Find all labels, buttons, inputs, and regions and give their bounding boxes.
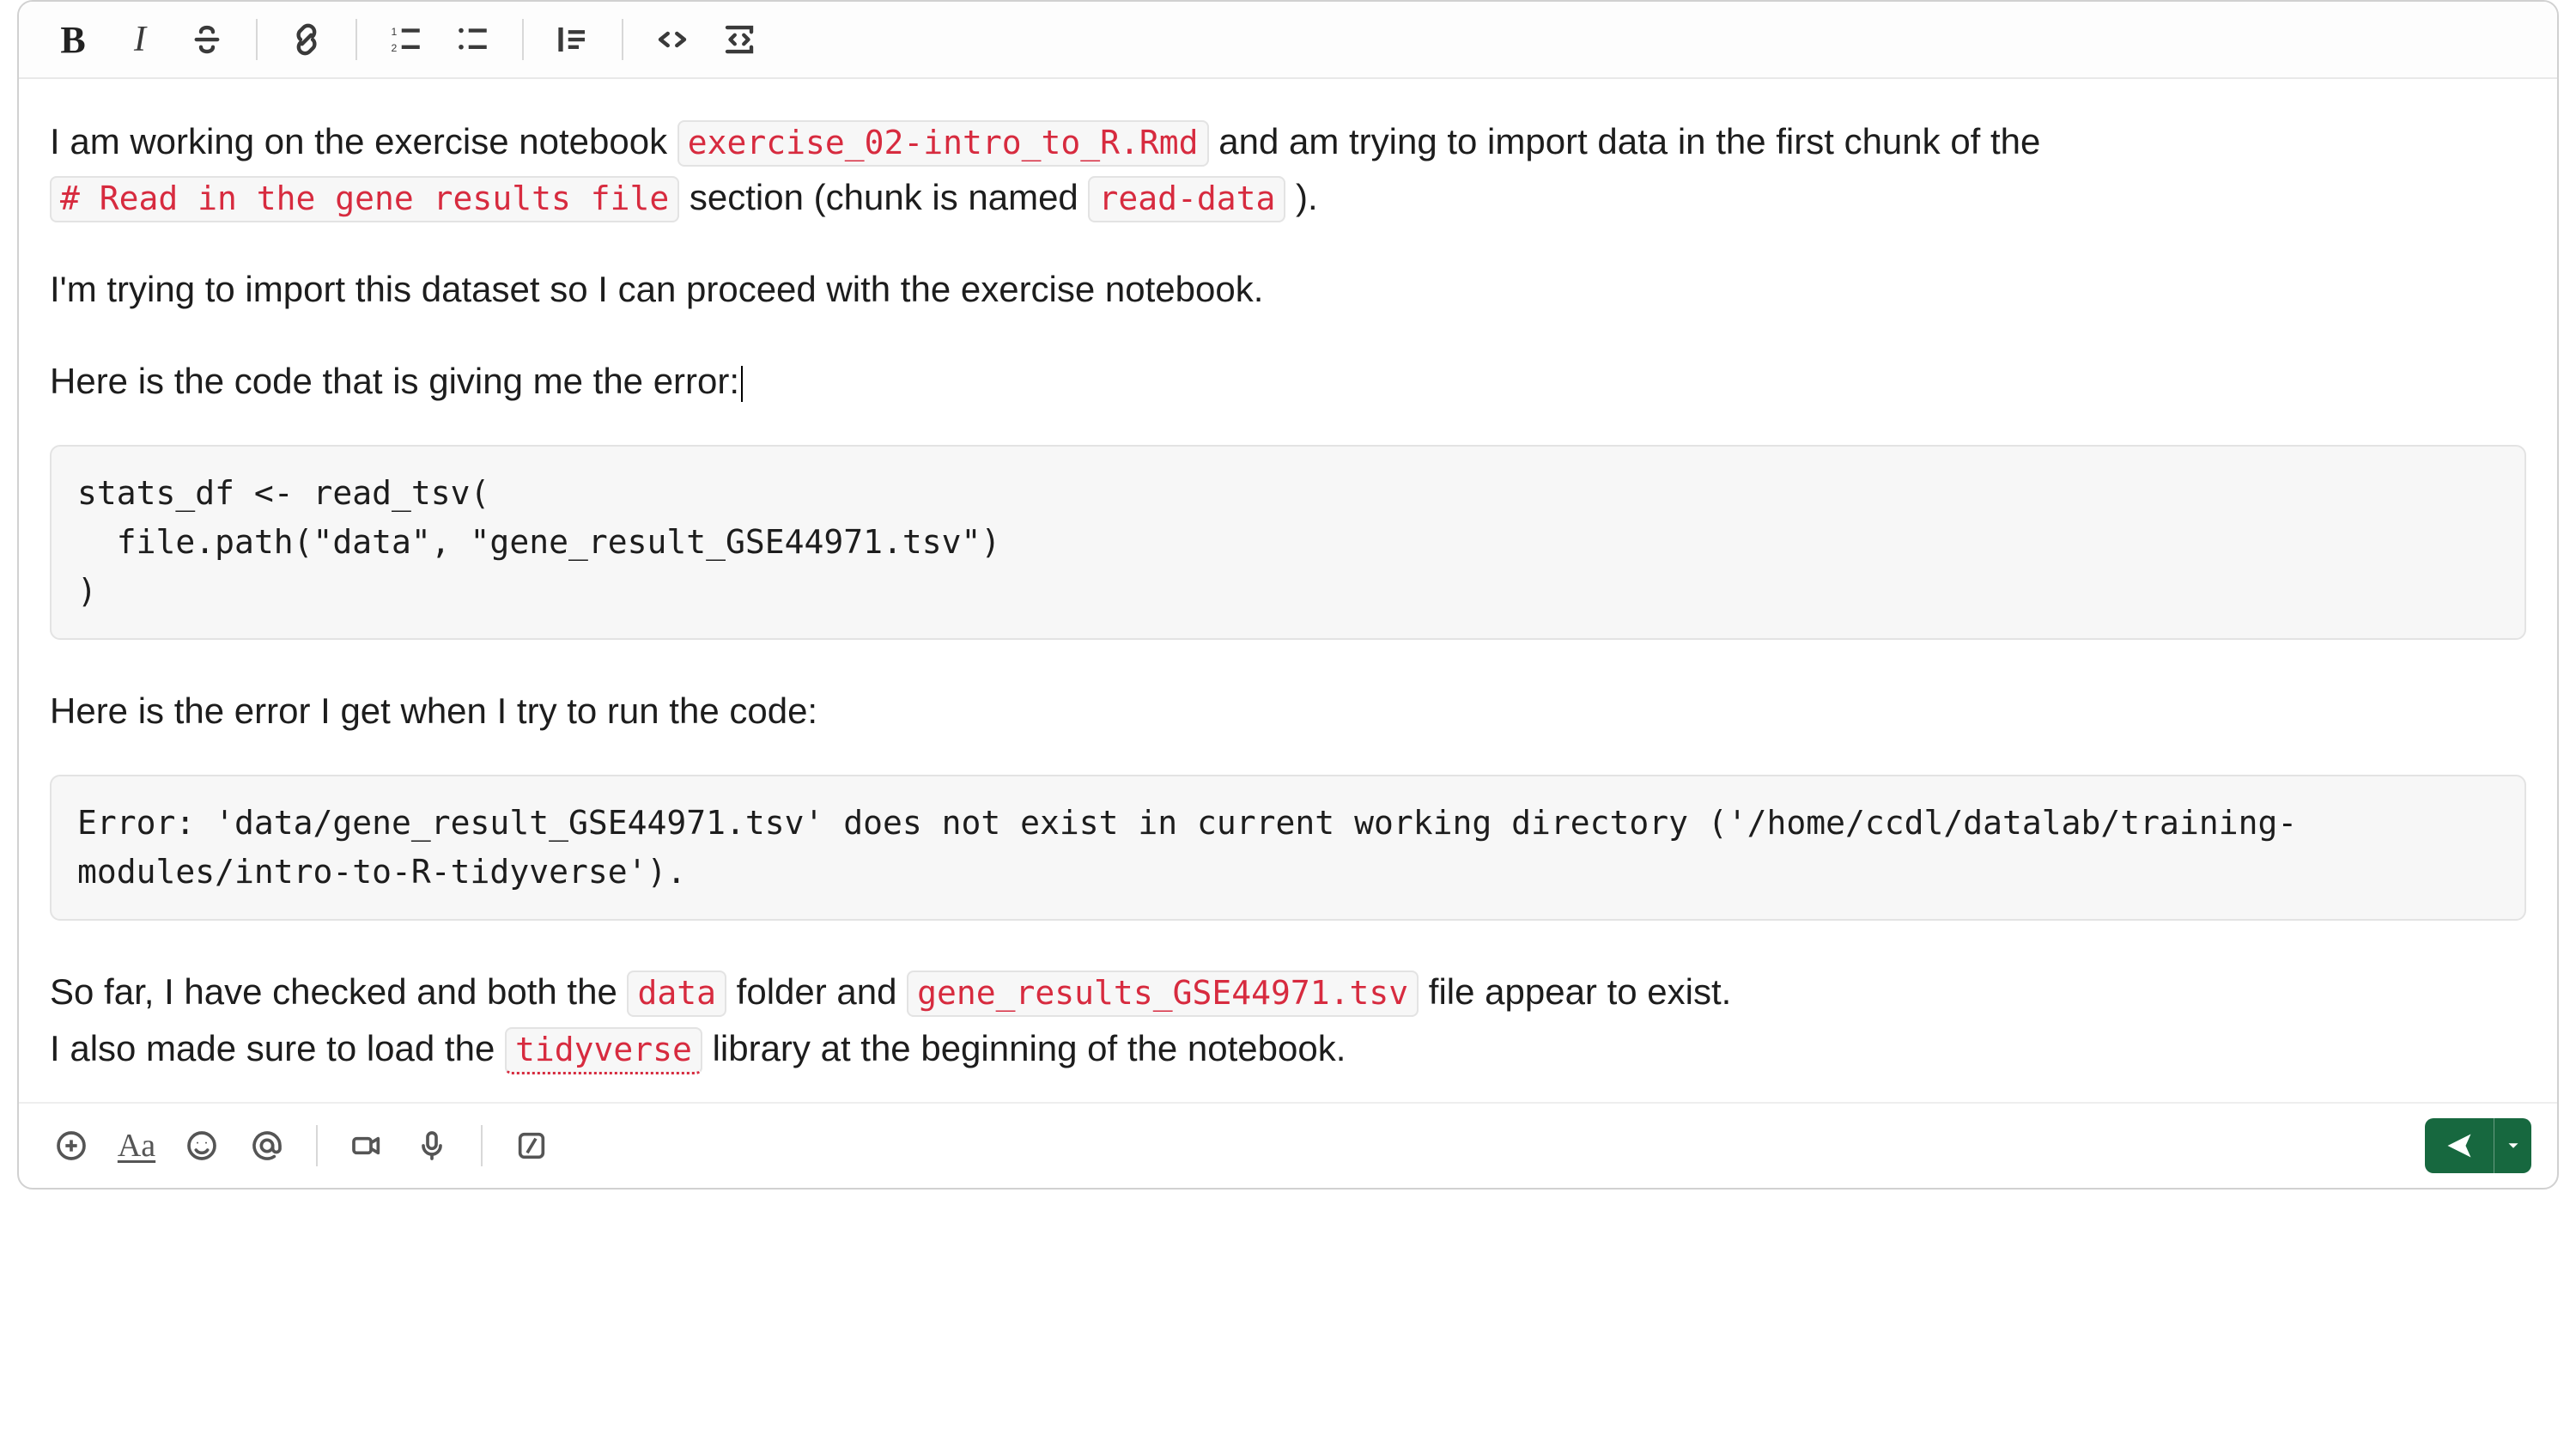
link-button[interactable] — [278, 11, 335, 68]
attach-button[interactable] — [45, 1119, 98, 1172]
italic-button[interactable]: I — [112, 11, 168, 68]
text: I am working on the exercise notebook — [50, 121, 677, 161]
toolbar-divider — [622, 19, 623, 60]
microphone-icon — [415, 1129, 449, 1163]
text: So far, I have checked and both the — [50, 971, 627, 1012]
bold-button[interactable]: B — [45, 11, 101, 68]
paragraph: I'm trying to import this dataset so I c… — [50, 261, 2526, 317]
bullet-list-button[interactable] — [445, 11, 501, 68]
send-icon — [2444, 1130, 2475, 1161]
inline-code: exercise_02-intro_to_R.Rmd — [677, 120, 1209, 167]
link-icon — [289, 21, 325, 58]
message-body[interactable]: I am working on the exercise notebook ex… — [19, 79, 2557, 1102]
text: ). — [1296, 177, 1318, 217]
chevron-down-icon — [2504, 1136, 2523, 1155]
paragraph: I am working on the exercise notebook ex… — [50, 113, 2526, 225]
text: section (chunk is named — [690, 177, 1089, 217]
text: file appear to exist. — [1429, 971, 1732, 1012]
slash-box-icon — [514, 1129, 549, 1163]
shortcut-button[interactable] — [505, 1119, 558, 1172]
blockquote-button[interactable] — [544, 11, 601, 68]
toolbar-divider — [355, 19, 357, 60]
send-button[interactable] — [2425, 1118, 2494, 1173]
inline-code: gene_results_GSE44971.tsv — [907, 971, 1419, 1017]
video-button[interactable] — [340, 1119, 393, 1172]
message-composer: B I 12 I am working on the exercise n — [17, 0, 2559, 1190]
toolbar-divider — [316, 1125, 318, 1166]
emoji-icon — [185, 1129, 219, 1163]
inline-code: # Read in the gene results file — [50, 176, 679, 222]
strikethrough-icon — [189, 21, 225, 58]
mention-button[interactable] — [240, 1119, 294, 1172]
code-icon — [654, 21, 690, 58]
composer-actions-toolbar: Aa — [19, 1102, 2557, 1188]
code-block-button[interactable] — [711, 11, 768, 68]
text: and am trying to import data in the firs… — [1218, 121, 2040, 161]
toolbar-divider — [256, 19, 258, 60]
svg-text:1: 1 — [392, 26, 398, 38]
text: folder and — [737, 971, 907, 1012]
text: Here is the code that is giving me the e… — [50, 361, 739, 401]
toolbar-divider — [522, 19, 524, 60]
inline-code-button[interactable] — [644, 11, 701, 68]
text: I also made sure to load the — [50, 1028, 505, 1068]
emoji-button[interactable] — [175, 1119, 228, 1172]
send-button-group — [2425, 1118, 2531, 1173]
text: library at the beginning of the notebook… — [713, 1028, 1346, 1068]
inline-code: read-data — [1088, 176, 1285, 222]
video-icon — [349, 1129, 384, 1163]
paragraph: Here is the error I get when I try to ru… — [50, 683, 2526, 739]
blockquote-icon — [555, 21, 591, 58]
code-block: Error: 'data/gene_result_GSE44971.tsv' d… — [50, 775, 2526, 921]
strikethrough-button[interactable] — [179, 11, 235, 68]
paragraph: Here is the code that is giving me the e… — [50, 353, 2526, 409]
plus-icon — [54, 1129, 88, 1163]
svg-text:2: 2 — [392, 42, 398, 54]
audio-button[interactable] — [405, 1119, 459, 1172]
ordered-list-icon: 12 — [388, 21, 424, 58]
send-options-button[interactable] — [2494, 1118, 2531, 1173]
paragraph: So far, I have checked and both the data… — [50, 964, 2526, 1075]
inline-code: tidyverse — [505, 1027, 702, 1074]
formatting-toggle-button[interactable]: Aa — [110, 1119, 163, 1172]
ordered-list-button[interactable]: 12 — [378, 11, 434, 68]
text-cursor — [741, 366, 743, 402]
bullet-list-icon — [455, 21, 491, 58]
toolbar-divider — [481, 1125, 483, 1166]
formatting-toolbar: B I 12 — [19, 2, 2557, 79]
code-block-icon — [721, 21, 757, 58]
code-block: stats_df <- read_tsv( file.path("data", … — [50, 445, 2526, 640]
inline-code: data — [627, 971, 726, 1017]
at-icon — [250, 1129, 284, 1163]
